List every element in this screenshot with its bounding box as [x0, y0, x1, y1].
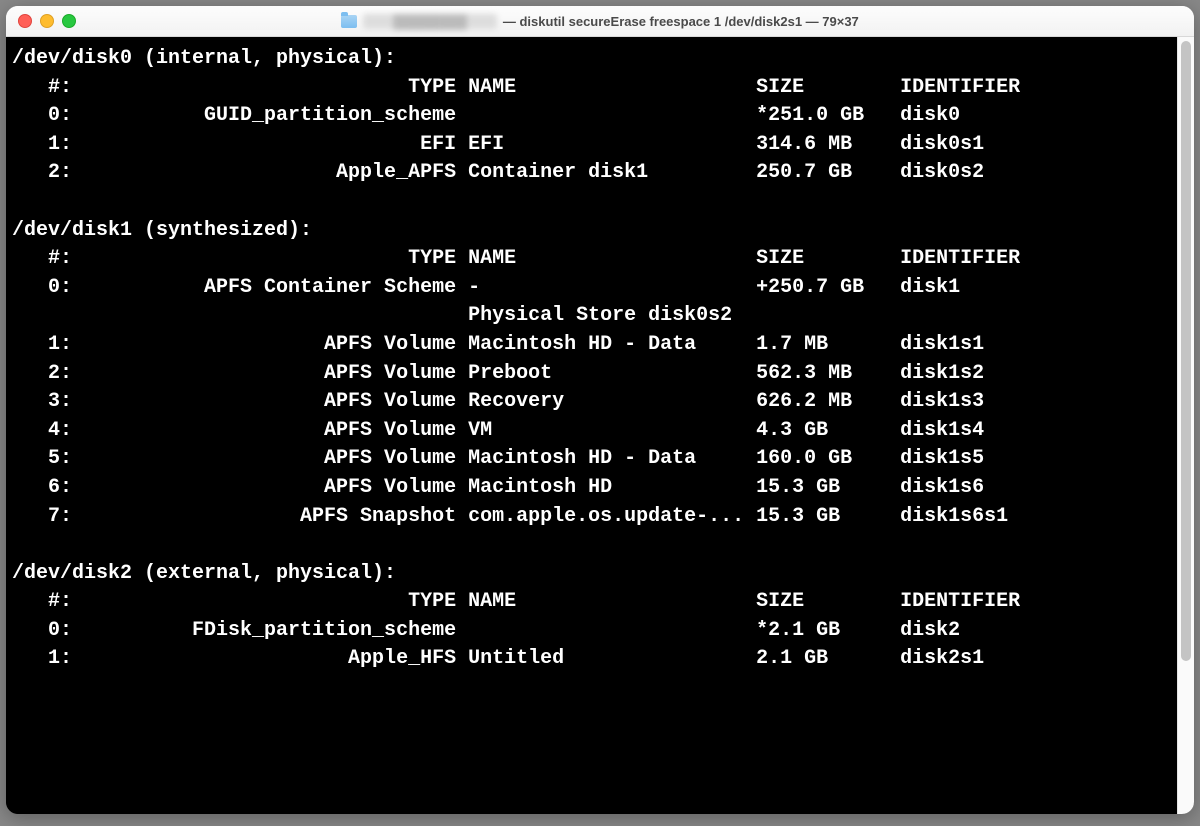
window-titlebar[interactable]: ████████ — diskutil secureErase freespac… — [6, 6, 1194, 37]
terminal-body: /dev/disk0 (internal, physical): #: TYPE… — [6, 37, 1194, 814]
window-controls — [18, 14, 76, 28]
minimize-window-button[interactable] — [40, 14, 54, 28]
window-title-hidden: ████████ — [363, 14, 497, 29]
zoom-window-button[interactable] — [62, 14, 76, 28]
window-title-text: — diskutil secureErase freespace 1 /dev/… — [503, 14, 859, 29]
folder-icon — [341, 15, 357, 28]
window-title: ████████ — diskutil secureErase freespac… — [341, 14, 859, 29]
scrollbar-thumb[interactable] — [1181, 41, 1191, 661]
vertical-scrollbar[interactable] — [1177, 37, 1194, 814]
close-window-button[interactable] — [18, 14, 32, 28]
terminal-window: ████████ — diskutil secureErase freespac… — [6, 6, 1194, 814]
terminal-output[interactable]: /dev/disk0 (internal, physical): #: TYPE… — [6, 37, 1177, 814]
